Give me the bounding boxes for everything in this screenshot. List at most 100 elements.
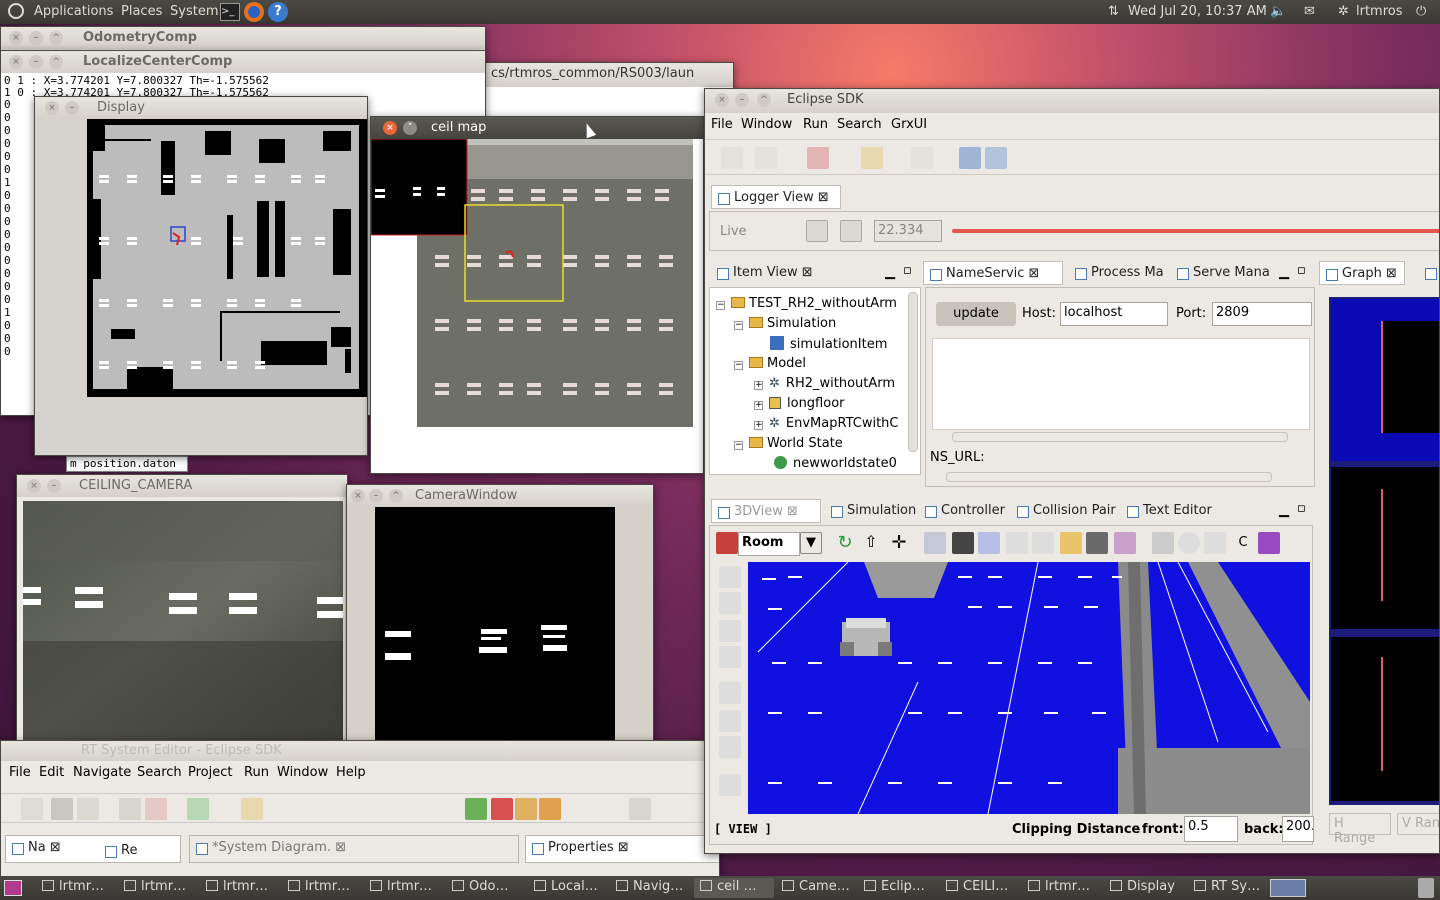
forward-icon[interactable] [755,147,777,169]
menu-item[interactable]: Project [188,765,232,780]
tab-graph[interactable]: Graph ⊠ [1319,261,1405,285]
close-icon[interactable]: × [351,489,365,503]
tools-icon[interactable] [861,147,883,169]
user-icon[interactable]: ✲ [1338,4,1349,19]
taskbar-item[interactable]: CEILI… [940,878,1020,898]
taskbar-item[interactable]: Local… [528,878,608,898]
maximize-view-icon[interactable]: ▫ [1297,501,1306,516]
maximize-view-icon[interactable]: ▫ [903,263,912,278]
tab-3dview[interactable]: 3DView ⊠ [711,499,821,523]
taskbar-item[interactable]: Came… [776,878,856,898]
back-field[interactable]: 200.0 [1282,816,1314,842]
taskbar-item[interactable]: RT Sy… [1188,878,1266,898]
tree-simulation-item[interactable]: simulationItem [770,336,887,352]
clock[interactable]: Wed Jul 20, 10:37 AM [1128,4,1267,19]
close-icon[interactable]: × [45,101,59,115]
taskbar-item[interactable]: lrtmr… [200,878,280,898]
minimize-icon[interactable]: – [369,489,383,503]
ubuntu-logo-icon[interactable] [8,3,24,19]
tab-controller[interactable]: Controller [919,499,1011,523]
tool-1-icon[interactable] [924,532,946,554]
tool-8-icon[interactable] [1114,532,1136,554]
new-icon[interactable] [21,798,43,820]
minimize-view-icon[interactable]: ▁ [1279,503,1289,518]
online-icon[interactable] [119,798,141,820]
minimize-icon[interactable]: – [29,31,43,45]
taskbar-item[interactable]: lrtmr… [118,878,198,898]
minimize-icon[interactable]: – [65,101,79,115]
tree-model-2[interactable]: + longfloor [754,396,845,411]
side-tool-8-icon[interactable] [719,774,741,796]
tab-logger-view[interactable]: Logger View ⊠ [711,185,841,209]
side-tool-7-icon[interactable] [719,736,741,758]
maximize-icon[interactable]: ^ [49,31,63,45]
horizontal-scrollbar[interactable] [946,472,1272,482]
tree-model-3[interactable]: + ✲ EnvMapRTCwithC [754,416,899,431]
maximize-view-icon[interactable]: ▫ [1297,263,1306,278]
taskbar-item[interactable]: lrtmr… [1022,878,1102,898]
host-field[interactable]: localhost [1060,302,1168,326]
step-forward-icon[interactable] [840,220,862,242]
menu-item[interactable]: Run [803,117,828,132]
reset-icon[interactable] [515,798,537,820]
move-icon[interactable]: ✛ [888,532,910,554]
taskbar-item[interactable]: Display [1104,878,1184,898]
close-icon[interactable]: × [27,479,41,493]
minimize-view-icon[interactable]: ▁ [885,265,895,280]
tab-text-editor[interactable]: Text Editor [1121,499,1218,523]
grxui-perspective-icon[interactable] [959,147,981,169]
c-button[interactable]: C [1232,532,1254,554]
taskbar-item[interactable]: Navig… [610,878,690,898]
pan-icon[interactable]: ⇧ [860,532,882,554]
taskbar-item[interactable]: ceil … [694,878,774,898]
exit-icon[interactable] [539,798,561,820]
side-tool-6-icon[interactable] [719,710,741,732]
help-launcher-icon[interactable]: ? [268,2,288,22]
menu-item[interactable]: Run [244,765,269,780]
menu-item[interactable]: Navigate [73,765,131,780]
network-icon[interactable]: ⇅ [1108,4,1119,19]
tab-simulation[interactable]: Simulation [825,499,922,523]
tools-icon[interactable] [241,798,263,820]
undo-icon[interactable] [911,147,933,169]
show-desktop-icon[interactable] [4,880,22,896]
tree-scrollbar[interactable] [908,292,918,452]
side-tool-5-icon[interactable] [719,682,741,704]
h-range-button[interactable]: H Range [1329,813,1391,846]
menu-item[interactable]: Window [277,765,328,780]
tab-more[interactable] [1419,261,1439,285]
minimize-icon[interactable]: – [47,479,61,493]
tab-server-manager[interactable]: Serve Mana [1171,261,1276,285]
deactivate-icon[interactable] [491,798,513,820]
close-icon[interactable]: × [9,55,23,69]
terminal-launcher-icon[interactable]: >_ [220,3,240,21]
tool-9-icon[interactable] [1204,532,1226,554]
tree-model-1[interactable]: + ✲ RH2_withoutArm [754,376,895,391]
tab-item-view[interactable]: Item View ⊠ [711,261,819,285]
logger-slider[interactable] [952,229,1439,233]
run-icon[interactable] [807,147,829,169]
chevron-down-icon[interactable]: ▼ [800,532,822,554]
workspace-switcher[interactable] [1270,879,1306,897]
back-icon[interactable] [721,147,743,169]
tool-4-icon[interactable] [1006,532,1028,554]
system-menu[interactable]: System [170,4,218,19]
menu-item[interactable]: Search [137,765,182,780]
update-button[interactable]: update [936,302,1016,326]
close-icon[interactable]: × [9,31,23,45]
tree-simulation[interactable]: − Simulation [734,316,836,331]
taskbar-item[interactable]: lrtmr… [364,878,444,898]
side-tool-4-icon[interactable] [719,646,741,668]
tool-3-icon[interactable] [978,532,1000,554]
tool-7-icon[interactable] [1086,532,1108,554]
home-icon[interactable] [716,532,738,554]
tab-repository[interactable]: Re [99,839,143,863]
taskbar-item[interactable]: Eclip… [858,878,938,898]
minimize-icon[interactable]: ˅ [403,121,417,135]
run-icon[interactable] [187,798,209,820]
places-menu[interactable]: Places [121,4,162,19]
tree-world-state-item[interactable]: newworldstate0 [774,456,897,471]
step-back-icon[interactable] [806,220,828,242]
tab-properties[interactable]: Properties ⊠ [525,835,719,863]
logger-time-field[interactable]: 22.334 [874,220,942,242]
